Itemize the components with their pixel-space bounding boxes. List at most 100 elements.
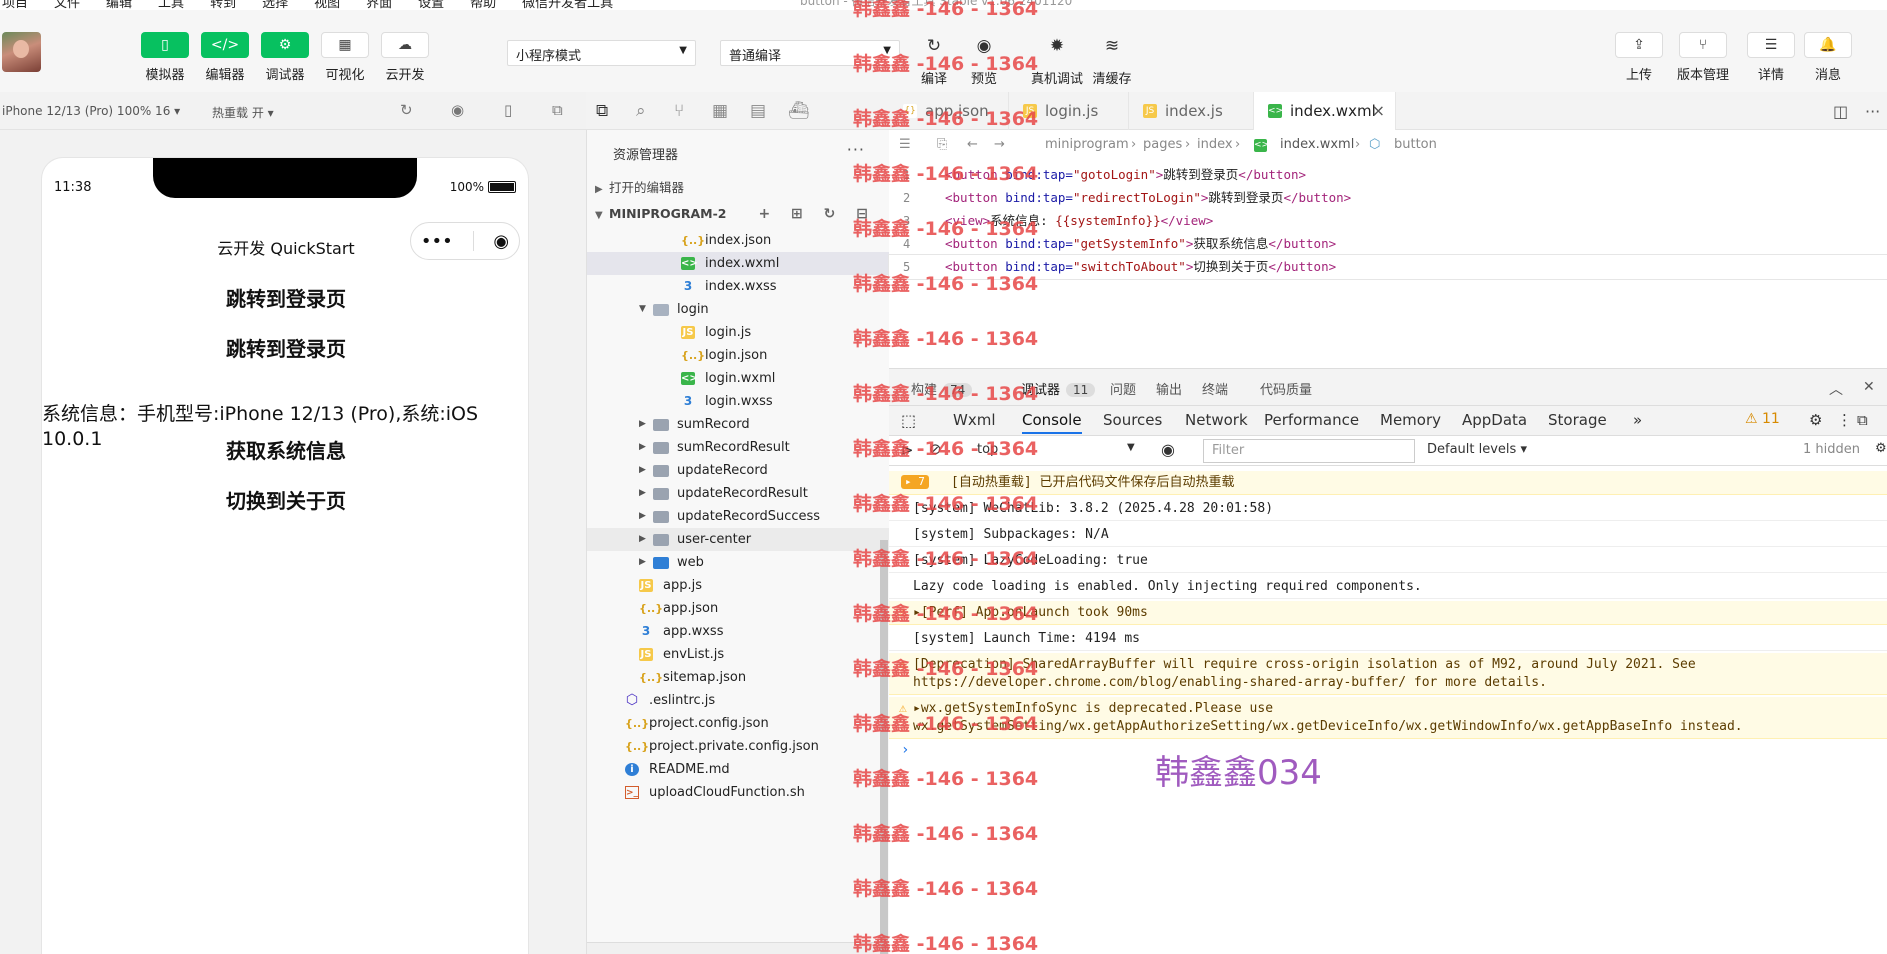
hot-reload-toggle[interactable]: 热重载 开 ▾ [212, 104, 274, 121]
panel-icon[interactable]: ▤ [750, 101, 766, 121]
record-icon[interactable]: ◉ [493, 231, 509, 252]
breadcrumb-item[interactable]: miniprogram [1045, 137, 1129, 152]
devtools-tab[interactable]: Sources [1103, 411, 1162, 429]
levels-select[interactable]: Default levels ▾ [1427, 442, 1527, 457]
menu-item[interactable]: 帮助 [470, 0, 496, 11]
editor-tab[interactable]: JS index.js [1129, 92, 1254, 130]
devtools-tab[interactable]: Performance [1264, 411, 1359, 429]
devtools-tab[interactable]: Storage [1548, 411, 1607, 429]
split-editor-icon[interactable]: ◫ [1833, 102, 1848, 121]
devtools-tab[interactable]: Wxml [953, 411, 996, 429]
toolbar-right-button[interactable]: ⑂ 版本管理 [1670, 32, 1736, 83]
source-control-icon[interactable]: ⑂ [674, 101, 684, 121]
menu-item[interactable]: 界面 [366, 0, 392, 11]
mode-select[interactable]: 小程序模式 ▼ [507, 40, 696, 66]
redirect-login-button[interactable]: 跳转到登录页 [42, 333, 528, 362]
menu-item[interactable]: 转到 [210, 0, 236, 11]
filter-input[interactable]: Filter [1203, 439, 1415, 463]
more-dots-icon[interactable]: ••• [421, 231, 453, 252]
folder-row[interactable]: ▶ sumRecordResult [587, 436, 890, 459]
console-prompt[interactable]: › [901, 742, 909, 758]
file-row[interactable]: {..} app.json [587, 597, 890, 620]
folder-row[interactable]: ▶ sumRecord [587, 413, 890, 436]
more-icon[interactable]: ··· [1865, 102, 1880, 121]
inspect-icon[interactable]: ⬚ [901, 411, 916, 430]
menu-item[interactable]: 工具 [158, 0, 184, 11]
toolbar-right-button[interactable]: ⇪ 上传 [1613, 32, 1665, 83]
warning-count[interactable]: ⚠ 11 [1745, 411, 1780, 427]
breadcrumb-item[interactable]: pages [1143, 137, 1182, 152]
code-line[interactable]: 5 <button bind:tap="switchToAbout">切换到关于页… [888, 254, 1887, 280]
editor-tab[interactable]: <> index.wxml × [1254, 92, 1396, 130]
settings-gear-icon[interactable]: ⚙ [1875, 441, 1887, 456]
breadcrumb-item[interactable]: button [1394, 137, 1437, 152]
file-row[interactable]: {..} index.json [587, 229, 890, 252]
devtools-tab[interactable]: AppData [1462, 411, 1527, 429]
capsule-menu[interactable]: ••• ◉ [410, 222, 520, 260]
stop-icon[interactable]: ◉ [451, 101, 464, 119]
folder-row[interactable]: ▶ user-center [587, 528, 890, 551]
file-row[interactable]: {..} project.private.config.json [587, 735, 890, 758]
code-line[interactable]: 2 <button bind:tap="redirectToLogin">跳转到登… [889, 186, 1887, 210]
file-row[interactable]: {..} sitemap.json [587, 666, 890, 689]
switch-about-button[interactable]: 切换到关于页 [42, 485, 528, 514]
file-row[interactable]: 3 index.wxss [587, 275, 890, 298]
close-icon[interactable]: ✕ [1863, 379, 1875, 395]
devtools-tab[interactable]: Network [1185, 411, 1248, 429]
project-section[interactable]: ▼ MINIPROGRAM-2 + ⊞ ↻ ⊟ [587, 203, 890, 225]
menu-item[interactable]: 视图 [314, 0, 340, 11]
menu-item[interactable]: 编辑 [106, 0, 132, 11]
devtools-tab[interactable]: Console [1022, 411, 1082, 434]
popout-icon[interactable]: ⧉ [552, 101, 563, 119]
kebab-menu-icon[interactable]: ⋮ [1837, 411, 1852, 429]
file-row[interactable]: JS login.js [587, 321, 890, 344]
file-row[interactable]: JS app.js [587, 574, 890, 597]
menu-item[interactable]: 选择 [262, 0, 288, 11]
menu-item[interactable]: 微信开发者工具 [522, 0, 613, 11]
search-icon[interactable]: ⌕ [636, 101, 646, 121]
debug-tab[interactable]: 输出 [1156, 379, 1182, 398]
folder-row[interactable]: ▶ web [587, 551, 890, 574]
file-row[interactable]: <> index.wxml [587, 252, 890, 275]
outline-section[interactable] [587, 942, 890, 954]
toolbar-button[interactable]: ⚙ 调试器 [259, 32, 311, 83]
file-row[interactable]: i README.md [587, 758, 890, 781]
file-row[interactable]: {..} project.config.json [587, 712, 890, 735]
breadcrumb-item[interactable]: index.wxml [1280, 137, 1354, 152]
folder-row[interactable]: ▶ updateRecord [587, 459, 890, 482]
collapse-icon[interactable]: ︿ [1829, 379, 1843, 399]
refresh-icon[interactable]: ↻ [400, 101, 413, 119]
more-icon[interactable]: ··· [847, 140, 865, 159]
devtools-tab[interactable]: Memory [1380, 411, 1441, 429]
folder-row[interactable]: ▶ updateRecordSuccess [587, 505, 890, 528]
file-row[interactable]: ⬡ .eslintrc.js [587, 689, 890, 712]
file-row[interactable]: JS envList.js [587, 643, 890, 666]
devtools-tab[interactable]: » [1633, 411, 1642, 429]
extensions-icon[interactable]: ▦ [712, 101, 728, 121]
code-editor[interactable]: 1 <button bind:tap="gotoLogin">跳转到登录页</bu… [888, 160, 1887, 368]
debug-tab[interactable]: 终端 [1202, 379, 1228, 398]
goto-login-button[interactable]: 跳转到登录页 [42, 283, 528, 312]
file-row[interactable]: <> login.wxml [587, 367, 890, 390]
breadcrumb-item[interactable]: index [1197, 137, 1233, 152]
menu-item[interactable]: 项目 [2, 0, 28, 11]
docker-icon[interactable]: ⛴ [788, 101, 810, 121]
menu-item[interactable]: 文件 [54, 0, 80, 11]
code-line[interactable]: 3 <view>系统信息: {{systemInfo}}</view> [889, 209, 1887, 233]
simulator-toggle-button[interactable]: ▯ 模拟器 [139, 32, 191, 83]
toolbar-right-button[interactable]: ☰ 详情 [1745, 32, 1797, 83]
folder-row[interactable]: ▼ login [587, 298, 890, 321]
back-icon[interactable]: ← [967, 137, 978, 152]
open-editors-section[interactable]: ▶ 打开的编辑器 [587, 177, 890, 199]
file-row[interactable]: {..} login.json [587, 344, 890, 367]
menu-item[interactable]: 设置 [418, 0, 444, 11]
settings-gear-icon[interactable]: ⚙ [1809, 411, 1822, 429]
file-row[interactable]: >_ uploadCloudFunction.sh [587, 781, 890, 804]
debug-tab[interactable]: 代码质量 [1260, 379, 1312, 398]
device-select[interactable]: iPhone 12/13 (Pro) 100% 16 ▾ [2, 104, 180, 118]
toolbar-button[interactable]: ☁ 云开发 [379, 32, 431, 83]
bookmark-icon[interactable]: ⎘ [937, 137, 947, 152]
toolbar-button[interactable]: </> 编辑器 [199, 32, 251, 83]
phone-icon[interactable]: ▯ [504, 101, 512, 119]
files-icon[interactable]: ⧉ [596, 101, 608, 121]
